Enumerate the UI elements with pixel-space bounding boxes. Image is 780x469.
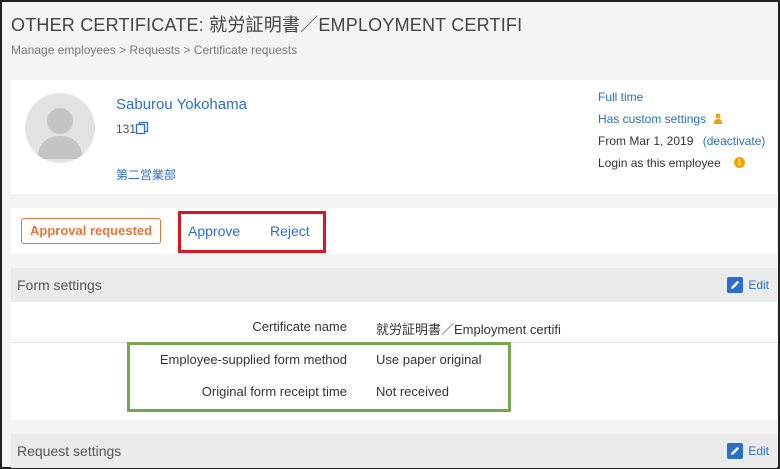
- status-badge: Approval requested: [21, 218, 162, 244]
- edit-label: Edit: [748, 278, 769, 292]
- highlight-box-green: [127, 342, 511, 412]
- custom-settings-link[interactable]: Has custom settings: [598, 112, 706, 126]
- person-icon: [713, 113, 723, 124]
- copy-icon[interactable]: [135, 121, 149, 135]
- form-settings-body: Certificate name 就労証明書／Employment certif…: [11, 302, 777, 420]
- deactivate-link[interactable]: (deactivate): [703, 134, 766, 148]
- certificate-name-value: 就労証明書／Employment certifi: [376, 322, 561, 337]
- request-settings-edit-button[interactable]: Edit: [727, 443, 769, 459]
- edit-label: Edit: [748, 444, 769, 458]
- form-settings-header: Form settings Edit: [11, 268, 777, 302]
- from-date: From Mar 1, 2019: [598, 134, 694, 148]
- page-title: OTHER CERTIFICATE: 就労証明書／EMPLOYMENT CERT…: [11, 15, 523, 35]
- avatar-placeholder-icon: [37, 108, 83, 159]
- avatar: [25, 93, 95, 163]
- certificate-name-label: Certificate name: [252, 319, 347, 334]
- employee-id: 131: [116, 122, 137, 136]
- employee-card: Saburou Yokohama 131 第二営業部 Full time Has…: [11, 80, 777, 194]
- reject-button[interactable]: Reject: [270, 223, 310, 239]
- approve-button[interactable]: Approve: [188, 223, 240, 239]
- edit-icon: [727, 443, 744, 459]
- request-settings-title: Request settings: [17, 443, 122, 459]
- request-settings-header: Request settings Edit: [11, 434, 777, 468]
- login-as-employee[interactable]: Login as this employee: [598, 156, 721, 170]
- department-link[interactable]: 第二営業部: [116, 166, 176, 183]
- action-bar: Approval requested Approve Reject: [11, 208, 777, 254]
- edit-icon: [727, 277, 744, 293]
- employee-name-link[interactable]: Saburou Yokohama: [116, 96, 247, 113]
- info-icon[interactable]: [734, 157, 746, 168]
- employment-type-link[interactable]: Full time: [598, 90, 643, 104]
- page-frame: OTHER CERTIFICATE: 就労証明書／EMPLOYMENT CERT…: [0, 0, 780, 469]
- form-settings-title: Form settings: [17, 277, 102, 293]
- breadcrumb[interactable]: Manage employees > Requests > Certificat…: [11, 43, 297, 57]
- employee-meta: Full time Has custom settings From Mar 1…: [598, 86, 765, 174]
- form-settings-edit-button[interactable]: Edit: [727, 277, 769, 293]
